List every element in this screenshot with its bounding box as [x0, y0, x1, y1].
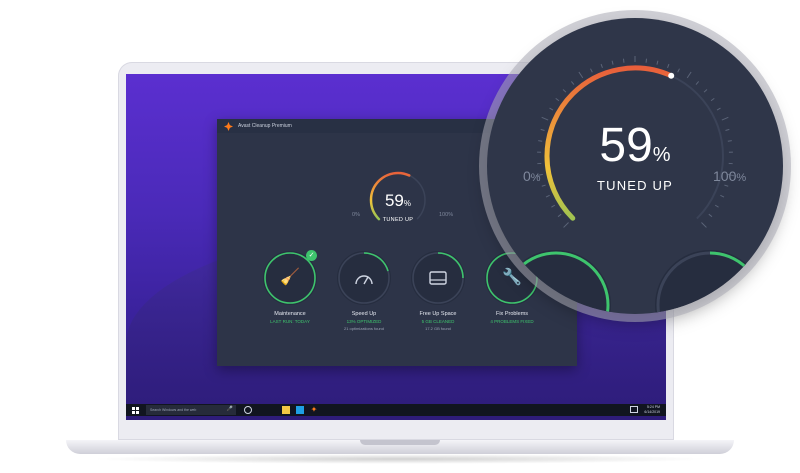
maintenance-ring[interactable]: 🧹 ✓	[263, 250, 317, 305]
zoomed-max-unit: %	[736, 172, 747, 184]
laptop-notch	[360, 440, 440, 445]
store-icon[interactable]	[296, 406, 304, 414]
gauge-tick	[716, 107, 721, 111]
gauge-tick	[703, 89, 708, 93]
gauge-tick	[545, 194, 550, 198]
gauge-tick	[557, 213, 562, 218]
gauge-tick	[611, 60, 614, 65]
gauge-tick	[695, 81, 700, 85]
speed-up-card[interactable]: Speed Up 13% OPTIMIZED 21 optimizations …	[329, 251, 399, 331]
system-tray: 5:24 PM 6/14/2019	[630, 405, 660, 414]
zoomed-min-label: 0%	[523, 168, 541, 184]
gauge-tick	[590, 68, 593, 73]
gauge-tick	[686, 71, 692, 79]
gauge-tick	[710, 97, 715, 102]
taskbar-clock[interactable]: 5:24 PM 6/14/2019	[644, 405, 660, 414]
gauge-tick	[551, 204, 556, 208]
gauge-tick	[570, 81, 575, 85]
zoomed-card-ring-left	[501, 250, 611, 314]
percent-symbol: %	[403, 199, 412, 208]
card-status: 13% OPTIMIZED	[346, 319, 382, 324]
card-title: Maintenance	[274, 311, 306, 317]
zoom-magnifier: 59% TUNED UP 0% 100%	[487, 18, 783, 314]
gauge-tick	[656, 60, 659, 65]
tuned-label: TUNED UP	[382, 217, 414, 223]
zoomed-card-ring-right	[655, 250, 765, 314]
file-explorer-icon[interactable]	[282, 406, 290, 414]
speedometer-icon	[355, 275, 373, 285]
gauge-tick	[562, 89, 567, 93]
tuned-percent: 59%	[367, 191, 429, 211]
gauge-tick	[677, 68, 680, 73]
gauge-tick	[701, 222, 707, 228]
search-placeholder: Search Windows and the web	[150, 408, 197, 412]
laptop-shadow	[90, 454, 710, 464]
card-status: 5 GB CLEANED	[421, 319, 455, 324]
gauge-max-unit: %	[448, 212, 454, 218]
gauge-max-label: 100%	[439, 212, 453, 218]
gauge-min-label: 0%	[352, 212, 360, 218]
avast-taskbar-icon[interactable]: ✦	[310, 406, 318, 414]
gauge-max-value: 100	[439, 212, 449, 218]
windows-start-icon[interactable]	[132, 406, 139, 414]
free-up-space-card[interactable]: Free Up Space 5 GB CLEANED 17.2 GB found	[403, 251, 473, 331]
zoomed-max-label: 100%	[713, 168, 746, 184]
microphone-icon[interactable]: 🎤	[227, 407, 233, 412]
tuned-percent-value: 59	[384, 191, 404, 210]
avast-logo-icon	[224, 121, 233, 131]
card-status: 4 PROBLEMS FIXED	[490, 319, 534, 324]
gauge-tick	[720, 194, 725, 198]
zoomed-max-value: 100	[713, 168, 737, 184]
check-icon: ✓	[306, 250, 317, 261]
gauge-tick	[563, 222, 569, 228]
zoomed-min-unit: %	[530, 172, 541, 184]
window-title: Avast Cleanup Premium	[238, 123, 292, 129]
zoomed-right-ring	[656, 251, 764, 314]
free-up-space-ring[interactable]	[411, 251, 465, 305]
notifications-icon[interactable]	[630, 406, 639, 413]
card-detail: 17.2 GB found	[425, 326, 451, 331]
gauge-tick	[549, 107, 554, 111]
cortana-icon[interactable]	[244, 406, 252, 414]
card-title: Speed Up	[351, 311, 377, 317]
windows-taskbar: Search Windows and the web 🎤 ✦ 5:24 PM 6…	[126, 404, 666, 416]
gauge-tick	[667, 63, 670, 68]
zoomed-percent: 59%	[487, 118, 783, 173]
maintenance-card[interactable]: 🧹 ✓ Maintenance LAST RUN: TODAY	[255, 250, 325, 324]
card-detail: 21 optimizations found	[343, 326, 385, 331]
zoomed-percent-symbol: %	[652, 144, 671, 166]
card-status: LAST RUN: TODAY	[270, 319, 310, 324]
broom-icon: 🧹	[280, 269, 300, 286]
gauge-min-unit: %	[355, 212, 360, 218]
gauge-tick	[708, 213, 713, 218]
clock-time: 5:24 PM	[646, 405, 660, 409]
hard-drive-icon	[429, 271, 447, 285]
zoomed-left-ring	[502, 251, 610, 314]
clock-date: 6/14/2019	[644, 409, 660, 414]
card-title: Free Up Space	[419, 311, 457, 317]
gauge-tick	[714, 204, 719, 208]
zoomed-percent-value: 59	[599, 119, 653, 172]
taskbar-search-input[interactable]: Search Windows and the web 🎤	[146, 405, 236, 415]
gauge-tick	[578, 71, 584, 79]
zoomed-min-value: 0	[523, 168, 531, 184]
gauge-tick	[600, 63, 603, 68]
gauge-tick	[555, 97, 560, 102]
speed-up-ring[interactable]	[337, 251, 391, 305]
